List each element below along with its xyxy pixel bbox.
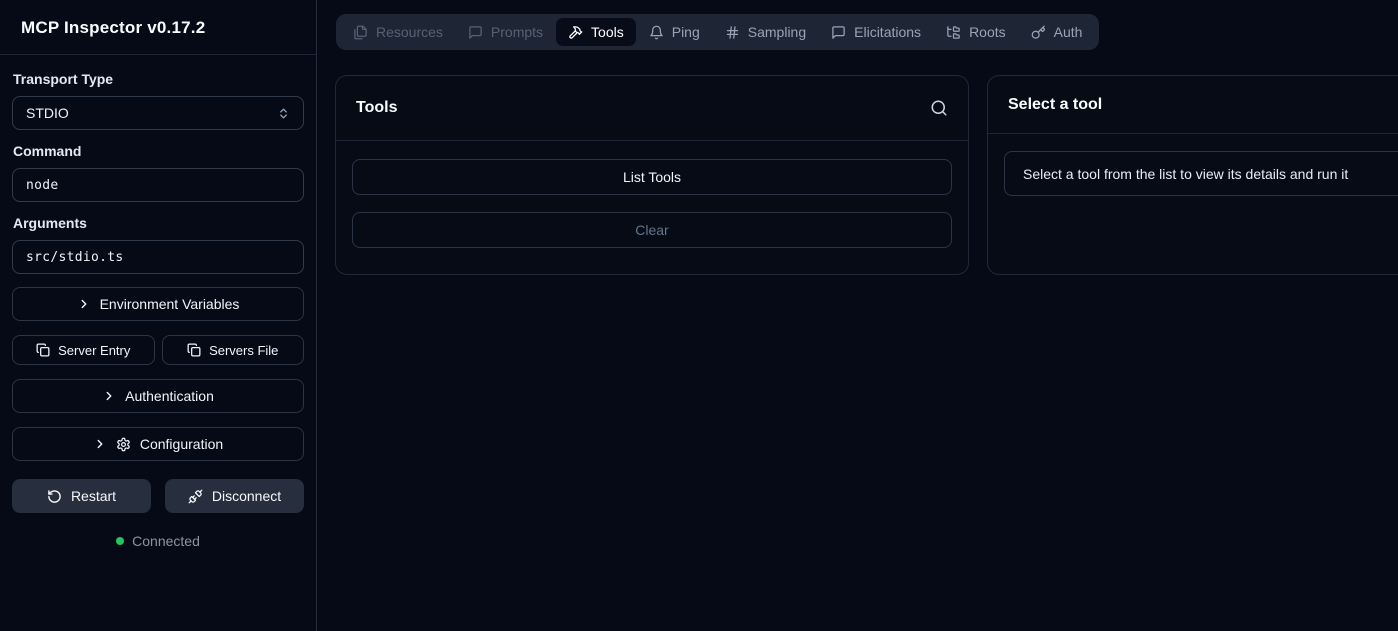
transport-type-select[interactable]: STDIO — [12, 96, 304, 130]
gear-icon — [116, 437, 131, 452]
sidebar: MCP Inspector v0.17.2 Transport Type STD… — [0, 0, 317, 631]
environment-variables-button[interactable]: Environment Variables — [12, 287, 304, 321]
tool-detail-panel: Select a tool Select a tool from the lis… — [987, 75, 1398, 275]
tools-panel-body: List Tools Clear — [336, 141, 968, 266]
status-label: Connected — [132, 533, 200, 549]
restart-label: Restart — [71, 488, 116, 504]
bell-icon — [649, 25, 664, 40]
select-tool-hint-text: Select a tool from the list to view its … — [1023, 166, 1348, 182]
tools-panel-title: Tools — [356, 99, 397, 117]
files-icon — [353, 25, 368, 40]
key-icon — [1031, 25, 1046, 40]
server-entry-button[interactable]: Server Entry — [12, 335, 155, 365]
chevron-right-icon — [102, 389, 116, 403]
sidebar-body: Transport Type STDIO Command Arguments E… — [0, 55, 316, 549]
connection-status: Connected — [12, 533, 304, 549]
chevron-right-icon — [93, 437, 107, 451]
tab-roots-label: Roots — [969, 24, 1006, 40]
rotate-ccw-icon — [47, 489, 62, 504]
search-button[interactable] — [930, 99, 948, 117]
app-title: MCP Inspector v0.17.2 — [21, 18, 295, 38]
tab-resources-label: Resources — [376, 24, 443, 40]
tab-roots[interactable]: Roots — [934, 18, 1018, 46]
main-content: Resources Prompts Tools Ping Sampling El… — [317, 0, 1398, 631]
tool-detail-body: Select a tool from the list to view its … — [988, 134, 1398, 213]
servers-file-button[interactable]: Servers File — [162, 335, 305, 365]
tool-detail-header: Select a tool — [988, 76, 1398, 134]
search-icon — [930, 99, 948, 117]
hash-icon — [725, 25, 740, 40]
transport-type-value: STDIO — [26, 105, 69, 121]
tools-panel-header: Tools — [336, 76, 968, 141]
copy-buttons-row: Server Entry Servers File — [12, 335, 304, 365]
folder-tree-icon — [946, 25, 961, 40]
chevrons-up-down-icon — [277, 107, 290, 120]
message-square-icon — [468, 25, 483, 40]
tab-bar: Resources Prompts Tools Ping Sampling El… — [336, 14, 1099, 50]
tab-sampling-label: Sampling — [748, 24, 806, 40]
list-tools-button[interactable]: List Tools — [352, 159, 952, 195]
tab-tools-label: Tools — [591, 24, 624, 40]
servers-file-label: Servers File — [209, 343, 278, 358]
hammer-icon — [568, 25, 583, 40]
tool-detail-title: Select a tool — [1008, 96, 1102, 114]
environment-variables-label: Environment Variables — [100, 296, 240, 312]
chevron-right-icon — [77, 297, 91, 311]
authentication-label: Authentication — [125, 388, 214, 404]
copy-icon — [36, 343, 50, 357]
panels-row: Tools List Tools Clear Select a tool Sel… — [335, 75, 1398, 275]
arguments-label: Arguments — [13, 215, 303, 231]
tab-auth-label: Auth — [1054, 24, 1083, 40]
tab-ping-label: Ping — [672, 24, 700, 40]
configuration-button[interactable]: Configuration — [12, 427, 304, 461]
command-input[interactable] — [12, 168, 304, 202]
tab-prompts-label: Prompts — [491, 24, 543, 40]
tab-tools[interactable]: Tools — [556, 18, 636, 46]
disconnect-label: Disconnect — [212, 488, 281, 504]
status-dot — [116, 537, 124, 545]
clear-button[interactable]: Clear — [352, 212, 952, 248]
sidebar-header: MCP Inspector v0.17.2 — [0, 0, 316, 55]
tab-sampling[interactable]: Sampling — [713, 18, 818, 46]
tab-ping[interactable]: Ping — [637, 18, 712, 46]
configuration-label: Configuration — [140, 436, 223, 452]
copy-icon — [187, 343, 201, 357]
tab-elicitations[interactable]: Elicitations — [819, 18, 933, 46]
tab-elicitations-label: Elicitations — [854, 24, 921, 40]
tab-auth[interactable]: Auth — [1019, 18, 1095, 46]
mcp-inspector-app: MCP Inspector v0.17.2 Transport Type STD… — [0, 0, 1398, 631]
disconnect-button[interactable]: Disconnect — [165, 479, 304, 513]
arguments-input[interactable] — [12, 240, 304, 274]
server-entry-label: Server Entry — [58, 343, 130, 358]
tools-panel: Tools List Tools Clear — [335, 75, 969, 275]
restart-button[interactable]: Restart — [12, 479, 151, 513]
connection-buttons-row: Restart Disconnect — [12, 479, 304, 513]
message-square-icon — [831, 25, 846, 40]
command-label: Command — [13, 143, 303, 159]
select-tool-hint: Select a tool from the list to view its … — [1004, 151, 1398, 196]
unplug-icon — [188, 489, 203, 504]
authentication-button[interactable]: Authentication — [12, 379, 304, 413]
tab-resources[interactable]: Resources — [341, 18, 455, 46]
transport-type-label: Transport Type — [13, 71, 303, 87]
tab-prompts[interactable]: Prompts — [456, 18, 555, 46]
